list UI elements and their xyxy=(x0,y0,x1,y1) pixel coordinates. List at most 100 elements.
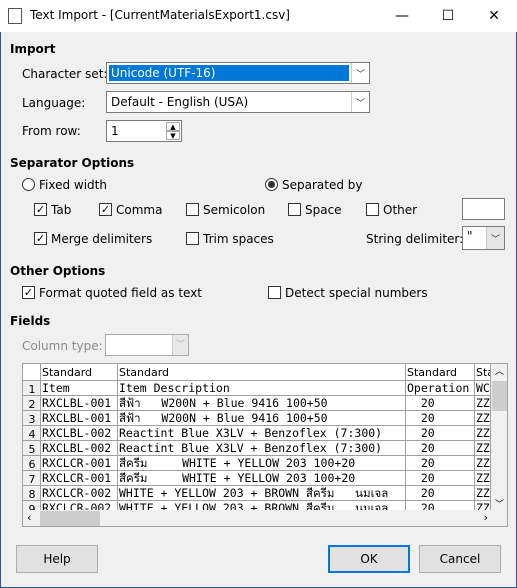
scroll-down-icon[interactable]: ﹀ xyxy=(491,497,507,510)
row-number[interactable]: 4 xyxy=(23,426,41,441)
grid-cell: ZZ xyxy=(475,411,491,426)
spin-up-icon[interactable]: ▲ xyxy=(166,122,180,131)
grid-cell: RXCLCR-002 xyxy=(41,486,118,501)
ok-button[interactable]: OK xyxy=(328,545,410,573)
grid-cell: 20 xyxy=(406,411,475,426)
language-label: Language: xyxy=(22,96,86,110)
document-icon xyxy=(8,8,22,24)
column-type-select[interactable]: ﹀ xyxy=(105,334,189,356)
chevron-down-icon: ﹀ xyxy=(351,92,369,112)
grid-cell: RXCLCR-001 xyxy=(41,456,118,471)
grid-cell: WC xyxy=(475,381,491,396)
vertical-scrollbar[interactable]: ︿ ﹀ xyxy=(491,364,507,510)
grid-cell: RXCLBL-001 xyxy=(41,411,118,426)
fixed-width-radio[interactable] xyxy=(22,178,35,191)
format-quoted-checkbox[interactable]: ✓ xyxy=(22,286,35,299)
corner-cell xyxy=(23,364,41,381)
row-number[interactable]: 8 xyxy=(23,486,41,501)
other-checkbox[interactable] xyxy=(366,203,379,216)
detect-special-checkbox[interactable] xyxy=(268,286,281,299)
string-delimiter-select[interactable]: " ﹀ xyxy=(462,226,505,250)
column-header[interactable]: Standard xyxy=(41,364,118,381)
tab-label: Tab xyxy=(51,203,72,217)
string-delimiter-value: " xyxy=(467,229,473,243)
space-label: Space xyxy=(305,203,342,217)
grid-cell: 20 xyxy=(406,441,475,456)
grid-cell: RXCLBL-002 xyxy=(41,426,118,441)
row-number[interactable]: 5 xyxy=(23,441,41,456)
column-header[interactable]: Standard xyxy=(406,364,475,381)
grid-cell: RXCLCR-001 xyxy=(41,471,118,486)
fixed-width-label: Fixed width xyxy=(39,178,107,192)
language-value: Default - English (USA) xyxy=(111,95,249,109)
spin-down-icon[interactable]: ▼ xyxy=(166,131,180,140)
scroll-right-icon[interactable]: › xyxy=(484,511,488,524)
space-checkbox[interactable] xyxy=(288,203,301,216)
grid-cell: Operation xyxy=(406,381,475,396)
grid-cell: Item Description xyxy=(118,381,406,396)
separated-by-label: Separated by xyxy=(282,178,363,192)
grid-cell: ZZ xyxy=(475,396,491,411)
grid-cell: 20 xyxy=(406,426,475,441)
trim-spaces-label: Trim spaces xyxy=(203,232,274,246)
grid-cell: ZZ xyxy=(475,441,491,456)
scroll-thumb[interactable] xyxy=(492,381,507,411)
row-number[interactable]: 7 xyxy=(23,471,41,486)
separator-heading: Separator Options xyxy=(10,156,135,170)
merge-delimiters-label: Merge delimiters xyxy=(51,232,153,246)
language-select[interactable]: Default - English (USA) ﹀ xyxy=(106,91,370,113)
grid-cell: 20 xyxy=(406,396,475,411)
comma-checkbox[interactable]: ✓ xyxy=(99,203,112,216)
grid-cell: สีฟ้า W200N + Blue 9416 100+50 xyxy=(118,411,406,426)
minimize-button[interactable]: — xyxy=(379,0,425,32)
title-bar: Text Import - [CurrentMaterialsExport1.c… xyxy=(0,0,517,32)
grid-cell: 20 xyxy=(406,486,475,501)
close-button[interactable]: ✕ xyxy=(471,0,517,32)
chevron-down-icon: ﹀ xyxy=(172,335,188,355)
fields-heading: Fields xyxy=(10,314,51,328)
cancel-button[interactable]: Cancel xyxy=(419,545,501,573)
scroll-thumb[interactable] xyxy=(40,511,100,526)
preview-grid[interactable]: StandardStandardStandardStandard1ItemIte… xyxy=(22,363,508,527)
other-input[interactable] xyxy=(462,198,505,220)
row-number[interactable]: 2 xyxy=(23,396,41,411)
import-heading: Import xyxy=(10,42,56,56)
grid-cell: RXCLBL-001 xyxy=(41,396,118,411)
charset-value: Unicode (UTF-16) xyxy=(109,65,349,81)
maximize-button[interactable]: ☐ xyxy=(425,0,471,32)
charset-label: Character set: xyxy=(22,67,108,81)
from-row-spinner[interactable]: 1 ▲ ▼ xyxy=(106,120,182,142)
row-number[interactable]: 6 xyxy=(23,456,41,471)
row-number[interactable]: 3 xyxy=(23,411,41,426)
comma-label: Comma xyxy=(116,203,163,217)
other-options-heading: Other Options xyxy=(10,264,106,278)
grid-cell: ZZ xyxy=(475,486,491,501)
other-label: Other xyxy=(383,203,418,217)
format-quoted-label: Format quoted field as text xyxy=(39,286,202,300)
grid-cell: Reactint Blue X3LV + Benzoflex (7:300) xyxy=(118,441,406,456)
grid-cell: 20 xyxy=(406,471,475,486)
trim-spaces-checkbox[interactable] xyxy=(186,232,199,245)
horizontal-scrollbar[interactable]: ‹ › xyxy=(23,510,507,526)
window-title: Text Import - [CurrentMaterialsExport1.c… xyxy=(30,8,290,22)
grid-cell: 20 xyxy=(406,456,475,471)
column-type-label: Column type: xyxy=(22,339,103,353)
column-header[interactable]: Standard xyxy=(475,364,491,381)
grid-cell: RXCLBL-002 xyxy=(41,441,118,456)
grid-cell: ZZ xyxy=(475,471,491,486)
semicolon-label: Semicolon xyxy=(203,203,266,217)
scroll-left-icon[interactable]: ‹ xyxy=(27,511,31,524)
row-number[interactable]: 1 xyxy=(23,381,41,396)
semicolon-checkbox[interactable] xyxy=(186,203,199,216)
merge-delimiters-checkbox[interactable]: ✓ xyxy=(34,232,47,245)
help-button[interactable]: Help xyxy=(16,545,98,573)
scroll-up-icon[interactable]: ︿ xyxy=(491,364,507,381)
charset-select[interactable]: Unicode (UTF-16) ﹀ xyxy=(106,62,370,84)
chevron-down-icon: ﹀ xyxy=(486,227,504,249)
column-header[interactable]: Standard xyxy=(118,364,406,381)
tab-checkbox[interactable]: ✓ xyxy=(34,203,47,216)
detect-special-label: Detect special numbers xyxy=(285,286,428,300)
grid-cell: สีครีม WHITE + YELLOW 203 100+20 xyxy=(118,471,406,486)
grid-cell: สีครีม WHITE + YELLOW 203 100+20 xyxy=(118,456,406,471)
separated-by-radio[interactable] xyxy=(265,178,278,191)
